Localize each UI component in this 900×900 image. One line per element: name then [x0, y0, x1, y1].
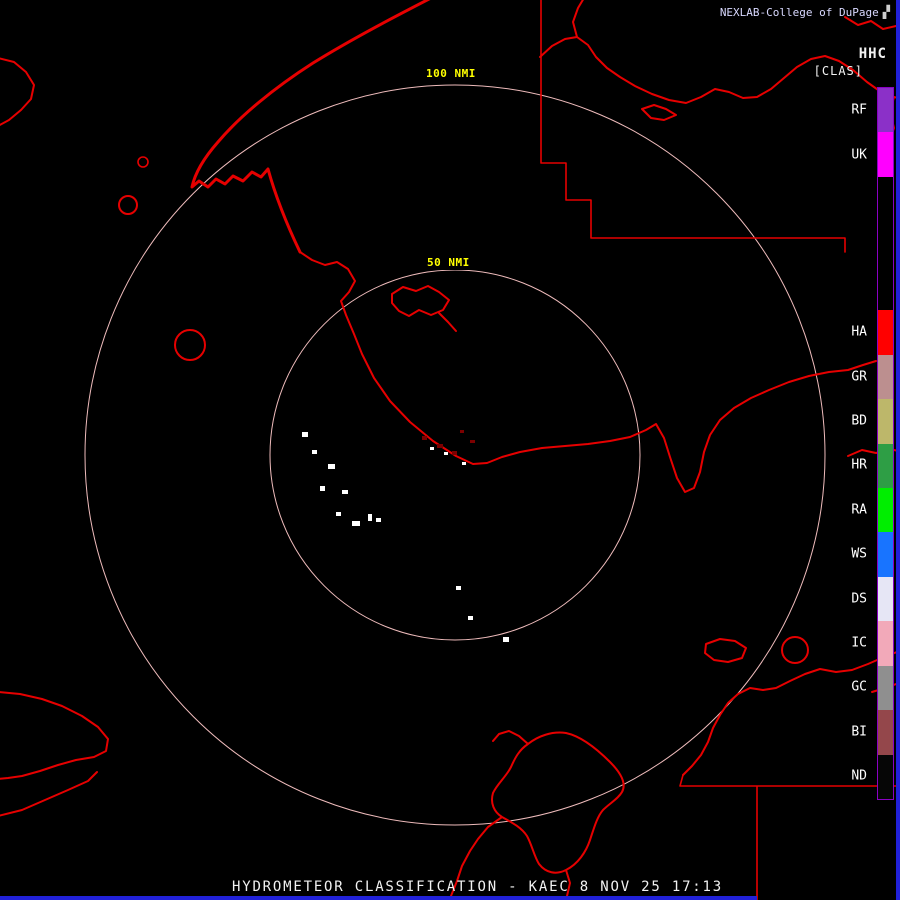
legend-label-rf: RF [851, 102, 867, 118]
echo-patch [312, 450, 317, 454]
legend-swatch-blank [878, 265, 893, 311]
legend-colorbar [877, 87, 894, 800]
legend-label-bi: BI [851, 724, 867, 740]
island-central [391, 285, 457, 332]
echo-patch [452, 451, 457, 455]
coastline-southeast [682, 638, 900, 776]
radar-echoes [302, 430, 509, 642]
coastline-northwest [190, 0, 431, 254]
echo-patch [342, 490, 348, 494]
status-bar: HYDROMETEOR CLASSIFICATION - KAEC 8 NOV … [232, 879, 723, 895]
map-lake-circle [137, 156, 149, 168]
cod-logo-icon: ▞ [882, 5, 890, 19]
legend-swatch-nd [878, 754, 893, 799]
echo-patch [470, 440, 475, 443]
source-title: NEXLAB-College of DuPage [719, 5, 879, 19]
legend-swatch-blank [878, 176, 893, 222]
map-lake-circle [174, 329, 206, 361]
header: NEXLAB-College of DuPage ▞ [720, 5, 890, 19]
echo-patch [456, 586, 461, 590]
range-ring-label-100: 100 NMI [423, 66, 479, 81]
echo-patch [437, 444, 443, 448]
echo-patch [422, 436, 427, 440]
right-frame-bar [896, 0, 900, 900]
bottom-frame-bar [0, 896, 757, 900]
map-lake-circle [781, 636, 809, 664]
product-mode: [CLAS] [813, 64, 863, 78]
boundary-northeast [540, 0, 846, 253]
status-text: HYDROMETEOR CLASSIFICATION - KAEC 8 NOV … [232, 879, 723, 895]
map-lake-circle [118, 195, 138, 215]
echo-patch [302, 432, 308, 437]
echo-patch [444, 452, 448, 455]
legend-swatch-ws [878, 532, 893, 577]
legend-label-bd: BD [851, 413, 867, 429]
echo-patch [376, 518, 381, 522]
legend-label-ws: WS [851, 546, 867, 562]
echo-patch [468, 616, 473, 620]
legend-swatch-blank [878, 221, 893, 266]
legend-swatch-uk [878, 132, 893, 177]
echo-patch [352, 521, 360, 526]
product-code: HHC [858, 46, 887, 62]
range-ring-label-50: 50 NMI [424, 255, 473, 270]
legend-label-ra: RA [851, 502, 867, 518]
legend-label-ds: DS [851, 591, 867, 607]
legend-swatch-gr [878, 354, 893, 400]
map-outlines [0, 0, 900, 900]
echo-patch [336, 512, 341, 516]
legend-label-hr: HR [851, 457, 867, 473]
legend-label-gr: GR [851, 369, 867, 385]
legend-swatch-rf [878, 88, 893, 133]
legend-swatch-ra [878, 487, 893, 533]
echo-patch [503, 637, 509, 642]
legend-label-uk: UK [851, 147, 867, 163]
legend-label-gc: GC [851, 679, 867, 695]
echo-patch [430, 447, 434, 450]
echo-patch [462, 462, 466, 465]
echo-patch [368, 514, 372, 521]
coastline-central [299, 251, 877, 493]
coastline-northwest-corner [0, 57, 35, 127]
legend-swatch-bd [878, 399, 893, 444]
legend-label-nd: ND [851, 768, 867, 784]
echo-patch [328, 464, 335, 469]
legend-label-ic: IC [851, 635, 867, 651]
echo-patch [320, 486, 325, 491]
legend-swatch-hr [878, 443, 893, 488]
legend-swatch-ic [878, 621, 893, 666]
legend-swatch-ds [878, 576, 893, 622]
legend-swatch-ha [878, 310, 893, 355]
legend-swatch-bi [878, 710, 893, 755]
legend-label-ha: HA [851, 324, 867, 340]
echo-patch [460, 430, 464, 433]
legend-swatch-gc [878, 665, 893, 711]
radar-display: 100 NMI 50 NMI NEXLAB-College of DuPage … [0, 0, 900, 900]
radar-map [0, 0, 900, 900]
coastline-southwest [0, 691, 109, 817]
